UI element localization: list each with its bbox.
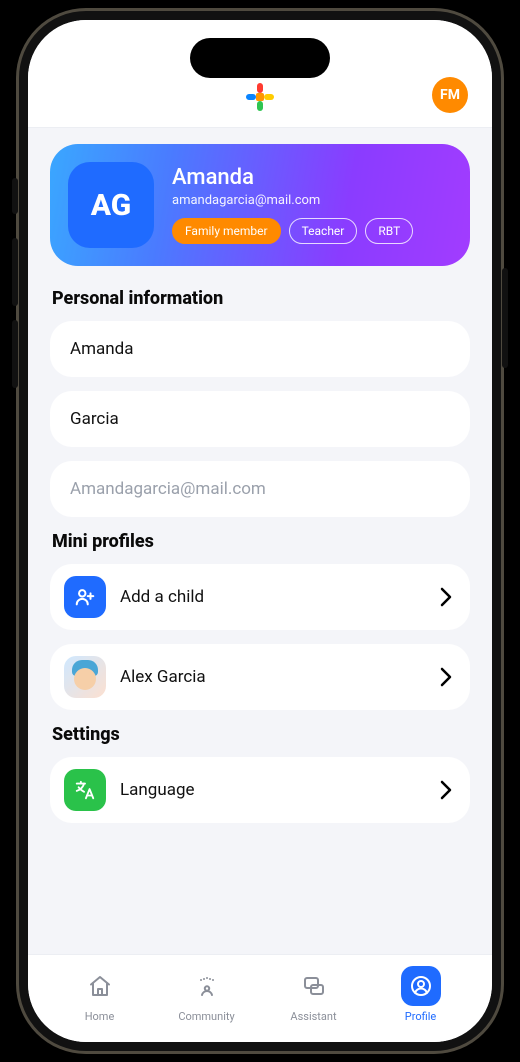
child-name-label: Alex Garcia	[120, 667, 426, 687]
language-row[interactable]: Language	[50, 757, 470, 823]
email-field[interactable]: Amandagarcia@mail.com	[50, 461, 470, 517]
community-icon	[187, 966, 227, 1006]
profile-email: amandagarcia@mail.com	[172, 193, 452, 208]
tab-assistant-label: Assistant	[290, 1010, 336, 1023]
first-name-field[interactable]: Amanda	[50, 321, 470, 377]
translate-icon	[64, 769, 106, 811]
child-avatar	[64, 656, 106, 698]
phone-frame: FM AG Amanda amandagarcia@mail.com Famil…	[16, 8, 504, 1054]
side-button	[12, 320, 18, 388]
tab-community-label: Community	[178, 1010, 234, 1023]
add-child-label: Add a child	[120, 587, 426, 607]
section-title-personal: Personal information	[52, 288, 468, 309]
side-button	[502, 268, 508, 368]
add-child-row[interactable]: Add a child	[50, 564, 470, 630]
content: AG Amanda amandagarcia@mail.com Family m…	[28, 128, 492, 954]
chevron-right-icon	[440, 587, 452, 607]
tab-community[interactable]: Community	[166, 966, 248, 1023]
profile-name: Amanda	[172, 166, 452, 190]
tab-assistant[interactable]: Assistant	[273, 966, 355, 1023]
language-label: Language	[120, 780, 426, 800]
role-chip-group: Family member Teacher RBT	[172, 218, 452, 244]
top-user-avatar[interactable]: FM	[432, 77, 468, 113]
dynamic-island	[190, 38, 330, 78]
bottom-tab-bar: Home Community	[28, 954, 492, 1042]
role-chip-teacher[interactable]: Teacher	[289, 218, 358, 244]
child-profile-row[interactable]: Alex Garcia	[50, 644, 470, 710]
chevron-right-icon	[440, 667, 452, 687]
app-logo-icon	[244, 81, 276, 113]
side-button	[12, 238, 18, 306]
home-icon	[80, 966, 120, 1006]
side-button	[12, 178, 18, 214]
profile-icon	[401, 966, 441, 1006]
chevron-right-icon	[440, 780, 452, 800]
add-person-icon	[64, 576, 106, 618]
tab-home[interactable]: Home	[59, 966, 141, 1023]
role-chip-family-member[interactable]: Family member	[172, 218, 281, 244]
tab-home-label: Home	[85, 1010, 115, 1023]
tab-profile-label: Profile	[405, 1010, 436, 1023]
screen: FM AG Amanda amandagarcia@mail.com Famil…	[28, 20, 492, 1042]
assistant-icon	[294, 966, 334, 1006]
last-name-field[interactable]: Garcia	[50, 391, 470, 447]
section-title-settings: Settings	[52, 724, 468, 745]
profile-hero-info: Amanda amandagarcia@mail.com Family memb…	[172, 166, 452, 243]
section-title-mini-profiles: Mini profiles	[52, 531, 468, 552]
role-chip-rbt[interactable]: RBT	[365, 218, 413, 244]
tab-profile[interactable]: Profile	[380, 966, 462, 1023]
profile-hero-card: AG Amanda amandagarcia@mail.com Family m…	[50, 144, 470, 266]
profile-initials-avatar: AG	[68, 162, 154, 248]
